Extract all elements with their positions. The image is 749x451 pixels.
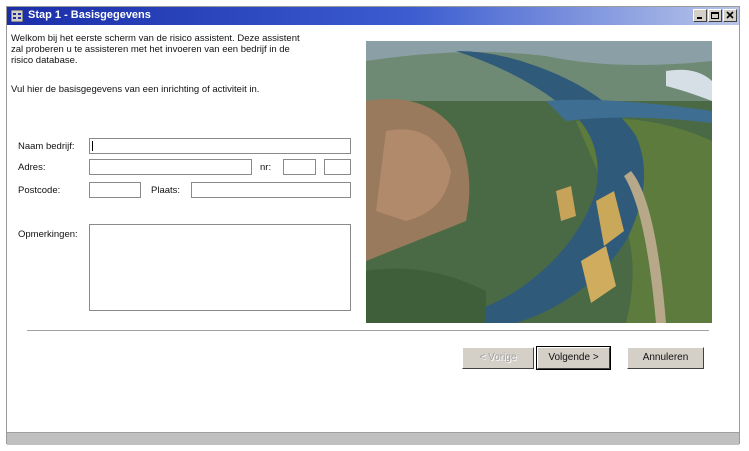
annuleren-button[interactable]: Annuleren (627, 347, 704, 369)
opmerkingen-textarea[interactable] (89, 224, 351, 311)
toevoeging-field[interactable] (324, 159, 351, 175)
intro-welcome: Welkom bij het eerste scherm van de risi… (11, 33, 300, 66)
maximize-button[interactable] (708, 9, 722, 22)
minimize-icon (697, 17, 702, 19)
window-controls (693, 9, 737, 22)
naam-bedrijf-field[interactable] (89, 138, 351, 154)
naam-label: Naam bedrijf: (18, 141, 75, 152)
aerial-river-photo (366, 41, 712, 323)
adres-field[interactable] (89, 159, 252, 175)
minimize-button[interactable] (693, 9, 707, 22)
close-button[interactable] (723, 9, 737, 22)
button-separator (27, 330, 709, 332)
app-icon (11, 10, 23, 22)
volgende-button[interactable]: Volgende > (536, 346, 611, 370)
wizard-window: Stap 1 - Basisgegevens Welkom bij het ee… (6, 6, 740, 445)
huisnummer-field[interactable] (283, 159, 316, 175)
intro-text: Welkom bij het eerste scherm van de risi… (11, 33, 311, 113)
maximize-icon (711, 12, 719, 19)
window-title: Stap 1 - Basisgegevens (28, 9, 151, 21)
nr-label: nr: (260, 162, 272, 173)
title-bar[interactable]: Stap 1 - Basisgegevens (7, 7, 739, 25)
postcode-field[interactable] (89, 182, 141, 198)
adres-label: Adres: (18, 162, 46, 173)
intro-instruction: Vul hier de basisgegevens van een inrich… (11, 84, 260, 95)
plaats-field[interactable] (191, 182, 351, 198)
close-icon (726, 11, 734, 19)
status-bar (7, 432, 739, 445)
opmerkingen-label: Opmerkingen: (18, 229, 78, 240)
vorige-button[interactable]: < Vorige (462, 347, 534, 369)
text-caret (92, 141, 93, 151)
postcode-label: Postcode: (18, 185, 61, 196)
plaats-label: Plaats: (151, 185, 181, 196)
